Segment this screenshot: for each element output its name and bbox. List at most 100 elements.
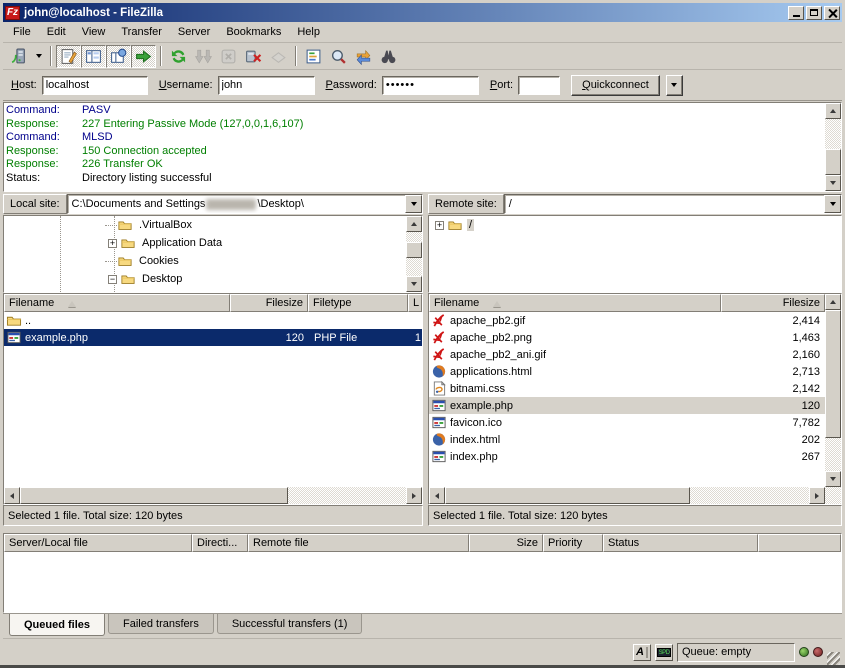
column-header-filesize[interactable]: Filesize: [721, 294, 825, 312]
file-row[interactable]: index.php267: [429, 448, 825, 465]
column-header-direction[interactable]: Directi...: [192, 534, 248, 552]
menu-bookmarks[interactable]: Bookmarks: [218, 24, 289, 40]
remote-vertical-scrollbar[interactable]: [825, 294, 841, 504]
speed-limit-icon[interactable]: SPD: [655, 644, 673, 661]
file-row-example-php[interactable]: example.php120: [429, 397, 825, 414]
process-queue-button[interactable]: [191, 45, 216, 68]
scroll-track[interactable]: [825, 438, 841, 471]
scroll-track[interactable]: [825, 119, 841, 149]
column-header-filename[interactable]: Filename: [429, 294, 721, 312]
site-manager-dropdown-button[interactable]: [31, 45, 46, 68]
scroll-down-button[interactable]: [825, 175, 841, 191]
scroll-up-button[interactable]: [406, 216, 422, 232]
scroll-thumb[interactable]: [825, 149, 841, 175]
scroll-thumb[interactable]: [825, 310, 841, 438]
scroll-down-button[interactable]: [406, 276, 422, 292]
close-button[interactable]: [824, 6, 840, 20]
password-input[interactable]: [382, 76, 479, 95]
file-row[interactable]: bitnami.css2,142: [429, 380, 825, 397]
menu-server[interactable]: Server: [170, 24, 218, 40]
site-manager-button[interactable]: [6, 45, 31, 68]
menu-view[interactable]: View: [74, 24, 114, 40]
tree-item-application-data[interactable]: Application Data: [4, 234, 406, 252]
scroll-right-button[interactable]: [809, 487, 825, 504]
remote-list-body: apache_pb2.gif2,414 apache_pb2.png1,463 …: [429, 312, 825, 487]
menu-help[interactable]: Help: [289, 24, 328, 40]
scroll-thumb[interactable]: [20, 487, 288, 504]
toggle-queue-button[interactable]: [131, 45, 156, 68]
sync-browsing-button[interactable]: [351, 45, 376, 68]
quickconnect-dropdown-button[interactable]: [666, 75, 683, 96]
title-bar[interactable]: Fz john@localhost - FileZilla: [3, 3, 842, 22]
menu-file[interactable]: File: [5, 24, 39, 40]
file-row[interactable]: favicon.ico7,782: [429, 414, 825, 431]
local-site-dropdown-button[interactable]: [405, 195, 422, 213]
file-row[interactable]: index.html202: [429, 431, 825, 448]
menu-transfer[interactable]: Transfer: [113, 24, 170, 40]
scroll-down-button[interactable]: [825, 471, 841, 487]
log-scrollbar[interactable]: [825, 103, 841, 191]
refresh-button[interactable]: [166, 45, 191, 68]
find-files-button[interactable]: [376, 45, 401, 68]
maximize-button[interactable]: [806, 6, 822, 20]
tree-item-desktop[interactable]: Desktop: [4, 270, 406, 288]
scroll-up-button[interactable]: [825, 103, 841, 119]
local-tree-scrollbar[interactable]: [406, 216, 422, 292]
file-row[interactable]: apache_pb2.gif2,414: [429, 312, 825, 329]
remote-horizontal-scrollbar[interactable]: [429, 487, 825, 504]
file-row[interactable]: apache_pb2.png1,463: [429, 329, 825, 346]
scroll-left-button[interactable]: [4, 487, 20, 504]
host-input[interactable]: [42, 76, 148, 95]
scroll-thumb[interactable]: [445, 487, 690, 504]
disconnect-button[interactable]: [241, 45, 266, 68]
scroll-track[interactable]: [406, 258, 422, 276]
column-header-filesize[interactable]: Filesize: [230, 294, 308, 312]
expand-plus-icon[interactable]: [435, 221, 444, 230]
scroll-track[interactable]: [690, 487, 809, 504]
column-header-size[interactable]: Size: [469, 534, 543, 552]
column-header-status[interactable]: Status: [603, 534, 758, 552]
column-header-filename[interactable]: Filename: [4, 294, 230, 312]
toggle-remote-tree-button[interactable]: [106, 45, 131, 68]
scroll-left-button[interactable]: [429, 487, 445, 504]
column-header-filetype[interactable]: Filetype: [308, 294, 408, 312]
port-input[interactable]: [518, 76, 560, 95]
cancel-operation-button[interactable]: [216, 45, 241, 68]
column-header-priority[interactable]: Priority: [543, 534, 603, 552]
tree-item-cookies[interactable]: Cookies: [4, 252, 406, 270]
scroll-track[interactable]: [288, 487, 406, 504]
column-header-server-local-file[interactable]: Server/Local file: [4, 534, 192, 552]
tab-failed-transfers[interactable]: Failed transfers: [108, 614, 214, 634]
quickconnect-button[interactable]: Quickconnect: [571, 75, 660, 96]
scroll-thumb[interactable]: [406, 242, 422, 258]
column-header-remote-file[interactable]: Remote file: [248, 534, 469, 552]
local-horizontal-scrollbar[interactable]: [4, 487, 422, 504]
collapse-minus-icon[interactable]: [108, 275, 117, 284]
remote-site-dropdown-button[interactable]: [824, 195, 841, 213]
toggle-log-button[interactable]: [56, 45, 81, 68]
queue-splitter[interactable]: [3, 526, 842, 533]
file-row-parent-dir[interactable]: ..: [4, 312, 422, 329]
local-site-combobox[interactable]: C:\Documents and Settings\Desktop\: [67, 194, 423, 214]
minimize-button[interactable]: [788, 6, 804, 20]
remote-site-combobox[interactable]: /: [504, 194, 842, 214]
username-input[interactable]: [218, 76, 315, 95]
directory-comparison-button[interactable]: [326, 45, 351, 68]
scroll-right-button[interactable]: [406, 487, 422, 504]
scroll-up-button[interactable]: [825, 294, 841, 310]
reconnect-button[interactable]: [266, 45, 291, 68]
menu-edit[interactable]: Edit: [39, 24, 74, 40]
expand-plus-icon[interactable]: [108, 239, 117, 248]
transfer-type-ascii-icon[interactable]: A: [633, 644, 651, 661]
tab-queued-files[interactable]: Queued files: [9, 614, 105, 636]
tree-item-virtualbox[interactable]: .VirtualBox: [4, 216, 406, 234]
file-row[interactable]: applications.html2,713: [429, 363, 825, 380]
column-header-last-modified-truncated[interactable]: L: [408, 294, 422, 312]
resize-grip[interactable]: [827, 652, 840, 665]
filter-button[interactable]: [301, 45, 326, 68]
tree-item-root[interactable]: /: [429, 216, 841, 234]
toggle-local-tree-button[interactable]: [81, 45, 106, 68]
tab-successful-transfers[interactable]: Successful transfers (1): [217, 614, 363, 634]
file-row[interactable]: apache_pb2_ani.gif2,160: [429, 346, 825, 363]
file-row-example-php[interactable]: example.php 120 PHP File 1: [4, 329, 422, 346]
